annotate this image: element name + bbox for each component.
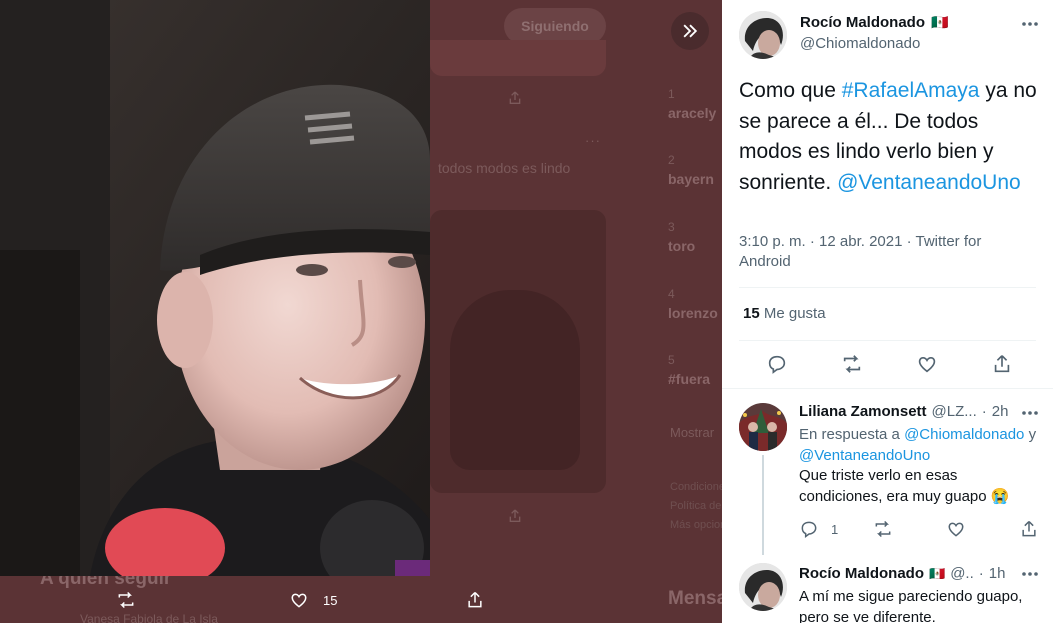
tweet-detail-panel: Rocío Maldonado 🇲🇽 @Chiomaldonado Como q…	[722, 0, 1053, 623]
retweet-icon[interactable]	[873, 519, 893, 539]
reply-count: 1	[831, 521, 839, 537]
retweet-icon	[118, 591, 134, 609]
avatar[interactable]	[739, 563, 787, 611]
reply-time[interactable]: 2h	[992, 403, 1009, 420]
likes-count-link[interactable]: 15 Me gusta	[743, 305, 826, 322]
retweet-icon[interactable]	[841, 353, 863, 375]
following-button: Siguiendo	[504, 8, 606, 44]
like-count: 15	[323, 592, 338, 608]
media-action-bar: 15	[0, 576, 722, 623]
reply-text: A mí me sigue pareciendo guapo, pero se …	[799, 588, 1023, 623]
background-card	[430, 40, 606, 76]
trend-item: 5 #fuera	[668, 353, 711, 387]
author-handle: @LZ...	[931, 403, 977, 420]
replying-to: En respuesta a @Chiomaldonado y @Ventane…	[799, 426, 1037, 464]
reply-header: Rocío Maldonado 🇲🇽 @.. · 1h	[799, 565, 1006, 582]
mention-link[interactable]: @Chiomaldonado	[904, 426, 1024, 443]
likes-count: 15	[743, 305, 760, 322]
more-dots-icon: ···	[585, 133, 601, 148]
heart-icon[interactable]	[946, 519, 966, 539]
more-dots-icon	[1022, 22, 1038, 26]
mention-link[interactable]: @VentaneandoUno	[837, 171, 1021, 194]
avatar-image	[739, 11, 787, 59]
share-icon	[509, 91, 521, 104]
reply-icon[interactable]	[766, 353, 788, 375]
show-more-link: Mostrar	[670, 425, 715, 440]
avatar-image	[739, 563, 787, 611]
tweet-author[interactable]: Rocío Maldonado 🇲🇽 @Chiomaldonado	[800, 14, 948, 52]
share-button[interactable]	[465, 590, 485, 610]
thread-line	[762, 455, 764, 555]
media-viewer: Siguiendo ··· todos modos es lindo 1 ara…	[0, 0, 1053, 623]
heart-icon[interactable]	[916, 353, 938, 375]
share-icon	[509, 509, 521, 522]
more-options-button[interactable]	[1020, 564, 1040, 584]
divider	[739, 340, 1036, 341]
share-icon[interactable]	[991, 353, 1013, 375]
avatar[interactable]	[739, 11, 787, 59]
double-chevron-right-icon	[683, 24, 698, 38]
trend-item: 4 lorenzo	[668, 287, 718, 321]
author-name: Rocío Maldonado	[800, 14, 925, 31]
avatar[interactable]	[739, 403, 787, 451]
more-options-button[interactable]	[1020, 403, 1040, 423]
share-icon[interactable]	[1019, 519, 1039, 539]
expand-panel-button[interactable]	[671, 12, 709, 50]
hashtag-link[interactable]: #RafaelAmaya	[842, 79, 980, 102]
more-dots-icon	[1022, 411, 1038, 415]
author-name[interactable]: Liliana Zamonsett	[799, 403, 927, 420]
background-tweet-text: todos modos es lindo	[438, 160, 571, 176]
likes-label: Me gusta	[763, 305, 826, 322]
mexico-flag-icon: 🇲🇽	[931, 14, 949, 30]
divider	[739, 287, 1036, 288]
heart-icon	[291, 593, 307, 608]
more-dots-icon	[1022, 572, 1038, 576]
trend-item: 1 aracely	[668, 87, 717, 121]
reply-icon	[801, 521, 817, 538]
reply-text: Que triste verlo en esas condiciones, er…	[799, 467, 1010, 505]
reply-time[interactable]: 1h	[989, 565, 1006, 582]
retweet-button[interactable]	[116, 590, 136, 610]
reply-tweet[interactable]: Liliana Zamonsett @LZ... · 2h En respues…	[722, 403, 1053, 555]
like-button[interactable]: 15	[289, 590, 337, 610]
mexico-flag-icon: 🇲🇽	[929, 565, 946, 581]
more-options-button[interactable]	[1020, 14, 1040, 34]
tweet-photo[interactable]	[0, 0, 430, 576]
reply-button[interactable]: 1	[799, 519, 838, 539]
avatar-image	[739, 403, 787, 451]
author-handle: @Chiomaldonado	[800, 35, 921, 52]
tweet-timestamp[interactable]: 3:10 p. m. · 12 abr. 2021 · Twitter for …	[739, 232, 999, 272]
reply-header: Liliana Zamonsett @LZ... · 2h	[799, 403, 1009, 420]
divider	[722, 388, 1053, 389]
share-icon	[468, 591, 482, 608]
background-media	[430, 210, 606, 493]
tweet-text: Como que #RafaelAmaya ya no se parece a …	[739, 79, 1037, 194]
author-handle: @..	[950, 565, 974, 582]
photo-image	[0, 0, 430, 576]
trend-item: 2 bayern	[668, 153, 714, 187]
reply-tweet[interactable]: Rocío Maldonado 🇲🇽 @.. · 1h A mí me sigu…	[722, 563, 1053, 623]
tweet-action-bar	[722, 345, 1053, 385]
trend-item: 3 toro	[668, 220, 696, 254]
mention-link[interactable]: @VentaneandoUno	[799, 447, 930, 464]
author-name[interactable]: Rocío Maldonado	[799, 565, 924, 582]
